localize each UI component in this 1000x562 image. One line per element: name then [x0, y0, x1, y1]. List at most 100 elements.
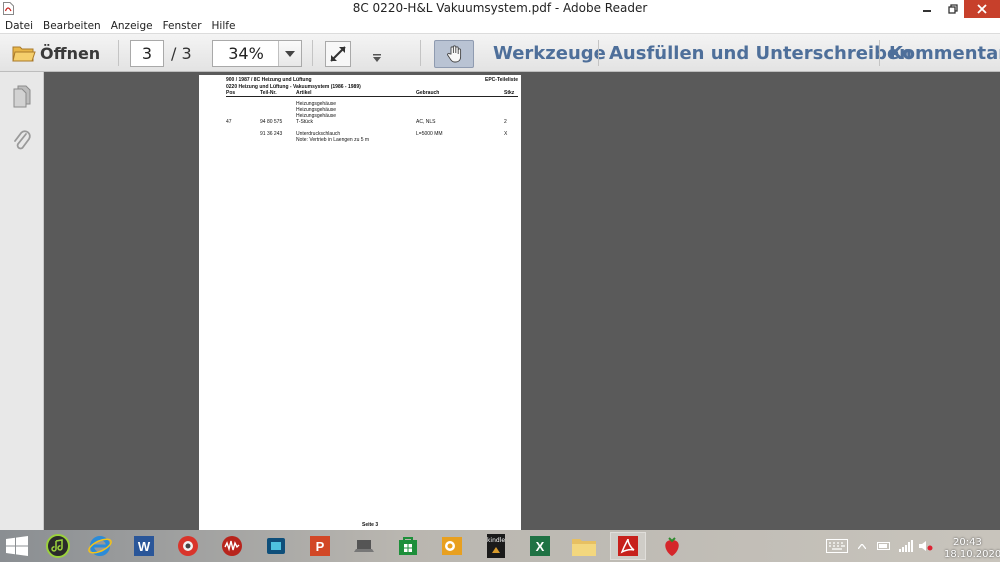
toolbar-divider — [879, 40, 880, 66]
toolbar-divider — [118, 40, 119, 66]
tray-network-icon[interactable] — [896, 532, 916, 560]
zoom-value: 34% — [228, 44, 264, 63]
comment-tab[interactable]: Kommentar — [889, 43, 1000, 64]
taskbar-photo-app[interactable] — [170, 532, 206, 560]
taskbar-kindle[interactable]: kindle — [478, 532, 514, 560]
doc-header-right: EPC-Teileliste — [485, 77, 518, 83]
doc-subheader: 0220 Heizung und Lüftung - Vakuumsystem … — [226, 84, 361, 90]
expand-icon — [330, 46, 346, 62]
audio-app-icon — [222, 536, 242, 556]
store-icon — [399, 537, 417, 555]
keyboard-icon — [826, 539, 848, 553]
fit-page-button[interactable] — [325, 41, 351, 67]
folder-icon — [12, 46, 36, 62]
kindle-icon: kindle — [487, 534, 505, 558]
taskbar-video-app[interactable] — [258, 532, 294, 560]
hand-tool-button[interactable] — [434, 40, 474, 68]
page-number-input[interactable]: 3 — [130, 40, 164, 67]
navigation-pane — [0, 72, 44, 530]
chevron-up-icon — [858, 543, 866, 549]
taskbar-internet-explorer[interactable] — [82, 532, 118, 560]
taskbar-media-app[interactable] — [40, 532, 76, 560]
svg-text:P: P — [316, 539, 325, 554]
chevron-down-icon — [373, 54, 381, 62]
row-usage: AC, NLS — [416, 119, 436, 125]
tray-expand-button[interactable] — [854, 532, 870, 560]
taskbar-adobe-reader[interactable] — [610, 532, 646, 560]
internet-explorer-icon — [88, 536, 112, 556]
windows-logo-icon — [6, 536, 28, 556]
menu-bearbeiten[interactable]: Bearbeiten — [43, 20, 101, 32]
svg-text:kindle: kindle — [487, 537, 505, 544]
taskbar-game-app[interactable] — [654, 532, 690, 560]
pages-icon[interactable] — [12, 84, 32, 108]
taskbar-word[interactable]: W — [126, 532, 162, 560]
fill-and-sign-tab[interactable]: Ausfüllen und Unterschreiben — [609, 43, 912, 64]
minimize-icon — [923, 10, 931, 12]
row-pos: 47 — [226, 119, 232, 125]
menu-datei[interactable]: Datei — [5, 20, 33, 32]
menu-anzeige[interactable]: Anzeige — [111, 20, 153, 32]
taskbar-powerpoint[interactable]: P — [302, 532, 338, 560]
film-icon — [267, 538, 285, 554]
signal-icon — [899, 540, 913, 552]
row-part-no: 91 36 243 — [260, 131, 283, 137]
row-part-no: 94 80 575 — [260, 119, 283, 125]
menu-hilfe[interactable]: Hilfe — [212, 20, 236, 32]
doc-header-left: 900 / 1987 / 8C Heizung und Lüftung — [226, 77, 312, 83]
toolbar: Öffnen 3 / 3 34% Werkzeuge Ausfüllen und… — [0, 34, 1000, 72]
menu-bar: Datei Bearbeiten Anzeige Fenster Hilfe — [0, 18, 1000, 34]
tools-tab[interactable]: Werkzeuge — [493, 43, 606, 64]
taskbar-audio-app[interactable] — [214, 532, 250, 560]
restore-icon — [948, 4, 958, 14]
strawberry-icon — [665, 537, 679, 556]
battery-icon — [877, 542, 890, 550]
svg-text:W: W — [138, 539, 151, 554]
document-canvas[interactable] — [45, 72, 1000, 530]
excel-icon: X — [530, 536, 550, 556]
toolbar-divider — [420, 40, 421, 66]
close-button[interactable] — [964, 0, 1000, 18]
restore-button[interactable] — [940, 0, 966, 18]
open-label: Öffnen — [40, 43, 101, 63]
outlook-icon — [442, 537, 462, 555]
taskbar-file-explorer[interactable] — [566, 532, 602, 560]
menu-fenster[interactable]: Fenster — [163, 20, 202, 32]
window-title: 8C 0220-H&L Vakuumsystem.pdf - Adobe Rea… — [352, 1, 648, 15]
zoom-select[interactable]: 34% — [212, 40, 302, 67]
tray-device-icon[interactable] — [874, 532, 894, 560]
taskbar-laptop-app[interactable] — [346, 532, 382, 560]
page-footer: Seite 3 — [362, 522, 379, 528]
word-icon: W — [134, 536, 154, 556]
attachment-icon[interactable] — [12, 128, 32, 152]
minimize-button[interactable] — [914, 0, 940, 18]
row-usage: L=5000 MM — [416, 131, 443, 137]
title-bar: 8C 0220-H&L Vakuumsystem.pdf - Adobe Rea… — [0, 0, 1000, 18]
page-total: / 3 — [171, 44, 192, 63]
speaker-muted-icon — [919, 541, 933, 551]
start-button[interactable] — [0, 532, 34, 560]
hand-icon — [447, 45, 462, 63]
taskbar-excel[interactable]: X — [522, 532, 558, 560]
row-note: Note: Vertrieb in Laengen zu 5 m — [296, 137, 370, 143]
adobe-reader-icon — [618, 536, 638, 556]
more-tools-dropdown[interactable] — [372, 48, 382, 67]
folder-icon — [572, 539, 596, 556]
zoom-dropdown-button[interactable] — [278, 41, 301, 66]
taskbar: W P kindle X 20:43 18.10.2020 — [0, 530, 1000, 562]
taskbar-store[interactable] — [390, 532, 426, 560]
camera-icon — [178, 536, 198, 556]
tray-date[interactable]: 18.10.2020 — [944, 549, 1000, 560]
keyboard-button[interactable] — [822, 532, 852, 560]
toolbar-divider — [598, 40, 599, 66]
row-article: T-Stück — [296, 119, 313, 125]
row-qty: X — [504, 131, 508, 137]
laptop-icon — [354, 540, 374, 552]
chevron-down-icon — [285, 50, 295, 57]
tray-volume-icon[interactable] — [916, 532, 936, 560]
pdf-page[interactable]: 900 / 1987 / 8C Heizung und Lüftung EPC-… — [199, 75, 521, 530]
taskbar-outlook[interactable] — [434, 532, 470, 560]
open-button[interactable]: Öffnen — [12, 41, 100, 65]
svg-text:X: X — [536, 539, 545, 554]
tray-time[interactable]: 20:43 — [953, 537, 982, 548]
